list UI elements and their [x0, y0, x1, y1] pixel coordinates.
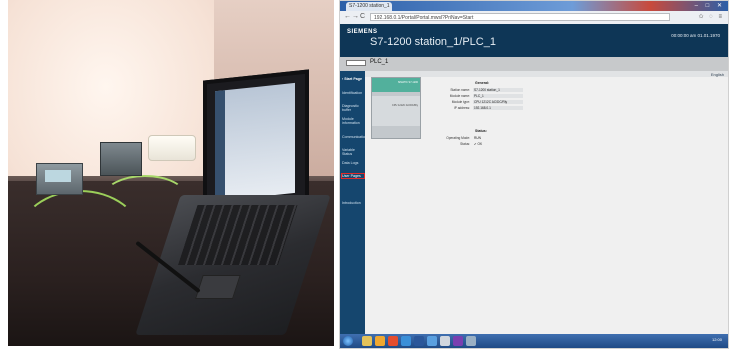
- info-row: Module type: CPU 1212C AC/DC/Rly: [435, 100, 615, 105]
- address-bar: ← → C 192.168.0.1/Portal/Portal.mwsl?Pri…: [340, 11, 728, 25]
- browser-toolbar-icons[interactable]: ✩ ◌ ≡: [699, 13, 724, 20]
- info-key: Module type:: [451, 100, 470, 104]
- language-select[interactable]: English: [711, 72, 724, 77]
- back-button[interactable]: ←: [344, 13, 351, 20]
- url-input[interactable]: 192.168.0.1/Portal/Portal.mwsl?PriNav=St…: [370, 13, 670, 21]
- sidebar-item-communication[interactable]: Communication: [342, 135, 367, 139]
- sidebar-item-identification[interactable]: Identification: [342, 91, 364, 95]
- status-row: Status: ✔ OK: [435, 142, 615, 147]
- app-icon[interactable]: [453, 336, 463, 346]
- status-title: Status:: [475, 129, 487, 133]
- page-title: S7-1200 station_1/PLC_1: [370, 36, 496, 48]
- photo-network-hub: [148, 135, 196, 161]
- device-cpu: CPU 1212C AC/DC/Rly: [392, 104, 418, 107]
- app-icon[interactable]: [427, 336, 437, 346]
- sidebar-item-diagnostic-buffer[interactable]: Diagnostic buffer: [342, 104, 364, 112]
- os-taskbar: 12:00: [340, 334, 728, 348]
- browser-window: S7-1200 station_1 – □ ✕ ← → C 192.168.0.…: [339, 0, 729, 349]
- sidebar-item-variable-status[interactable]: Variable Status: [342, 148, 364, 156]
- chrome-icon[interactable]: [388, 336, 398, 346]
- header-datetime: 00:00:00 am 01.01.1970: [671, 33, 720, 38]
- browser-tab[interactable]: S7-1200 station_1: [346, 2, 392, 11]
- login-field[interactable]: [346, 60, 366, 66]
- photo-plc-module: [100, 142, 142, 176]
- page-header: SIEMENS S7-1200 station_1/PLC_1 00:00:00…: [340, 24, 728, 57]
- info-row: Station name: S7-1200 station_1: [435, 88, 615, 93]
- media-icon[interactable]: [375, 336, 385, 346]
- info-key: Module name:: [449, 94, 470, 98]
- info-value: PLC_1: [473, 94, 523, 98]
- info-key: Station name:: [450, 88, 470, 92]
- status-value: ✔ OK: [474, 142, 483, 146]
- reload-button[interactable]: C: [360, 13, 365, 20]
- word-icon[interactable]: [414, 336, 424, 346]
- sidebar-item-start-page[interactable]: › Start Page: [342, 77, 364, 81]
- subheader: PLC_1: [340, 57, 728, 71]
- info-value: 192.168.0.1: [473, 106, 523, 110]
- window-controls[interactable]: – □ ✕: [695, 2, 725, 9]
- folder-icon[interactable]: [362, 336, 372, 346]
- photo-laptop-setup: [8, 0, 334, 346]
- start-button[interactable]: [343, 336, 353, 346]
- status-row: Operating Mode: RUN: [435, 136, 615, 141]
- sidebar-item-introduction[interactable]: Introduction: [342, 201, 364, 205]
- info-row: IP address: 192.168.0.1: [435, 106, 615, 111]
- sidebar-item-module-information[interactable]: Module information: [342, 117, 364, 125]
- info-value: CPU 1212C AC/DC/Rly: [473, 100, 523, 104]
- tray-clock: 12:00: [711, 337, 722, 342]
- general-title: General:: [475, 81, 490, 85]
- app-icon[interactable]: [401, 336, 411, 346]
- main-content: English SIMATIC S7-1200 CPU 1212C AC/DC/…: [365, 71, 728, 336]
- status-key: Status:: [460, 142, 470, 146]
- info-value: S7-1200 station_1: [473, 88, 523, 92]
- sidebar-item-user-pages[interactable]: User Pages: [341, 173, 365, 179]
- info-key: IP address:: [453, 106, 470, 110]
- app-icon[interactable]: [466, 336, 476, 346]
- sidebar-item-data-logs[interactable]: Data Logs: [342, 161, 364, 165]
- plc-device-image: SIMATIC S7-1200 CPU 1212C AC/DC/Rly: [371, 77, 421, 139]
- plc-name: PLC_1: [370, 59, 389, 65]
- sidebar: › Start Page Identification Diagnostic b…: [340, 71, 367, 336]
- device-label: SIMATIC S7-1200: [397, 81, 418, 84]
- status-value: RUN: [474, 136, 481, 140]
- info-row: Module name: PLC_1: [435, 94, 615, 99]
- photo-hmi-device: [36, 163, 83, 195]
- title-bar: S7-1200 station_1 – □ ✕: [340, 1, 728, 11]
- status-key: Operating Mode:: [446, 136, 470, 140]
- forward-button[interactable]: →: [352, 13, 359, 20]
- app-icon[interactable]: [440, 336, 450, 346]
- brand-logo: SIEMENS: [347, 29, 378, 35]
